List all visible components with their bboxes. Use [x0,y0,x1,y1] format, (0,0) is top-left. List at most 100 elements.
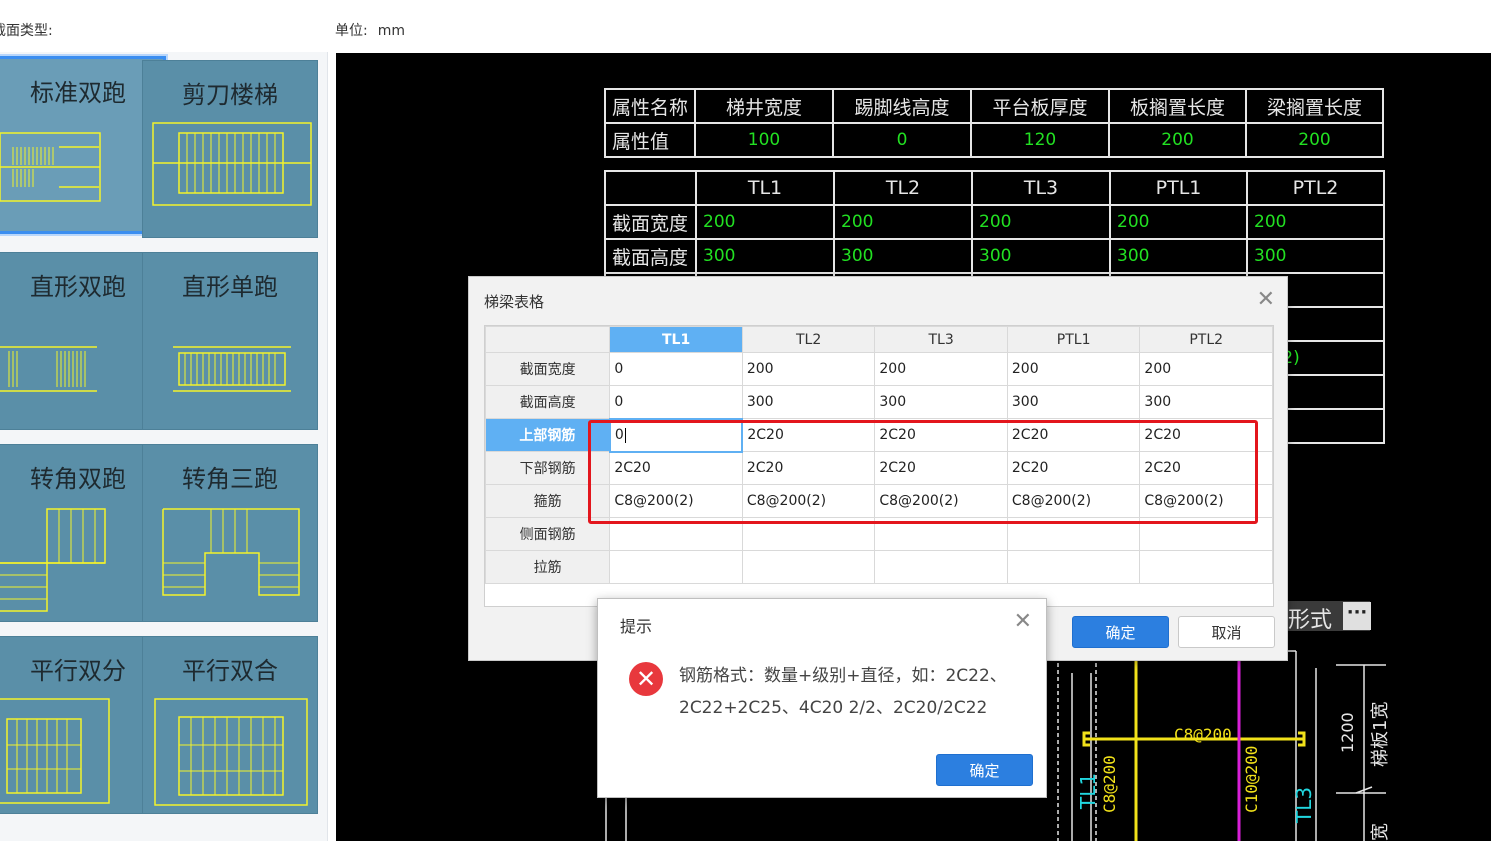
grid-corner [485,326,611,353]
beam-grid: TL1 TL2 TL3 PTL1 PTL2 截面宽度 0 200 200 200 [485,326,1273,584]
slab-width-label-2: 宽 [1370,823,1391,841]
grid-cell[interactable]: 2C20 [874,451,1008,485]
grid-cell[interactable]: 2C20 [1139,418,1273,452]
grid-row-section-width: 截面宽度 0 200 200 200 200 [485,352,1273,386]
grid-row-stirrup: 箍筋 C8@200(2) C8@200(2) C8@200(2) C8@200(… [485,484,1273,518]
row-header[interactable]: 下部钢筋 [485,451,611,485]
grid-cell[interactable]: 300 [1006,385,1141,419]
grid-cell[interactable] [741,517,876,551]
stair-type-label: 转角三跑 [182,465,278,493]
grid-cell[interactable]: 2C20 [1006,451,1141,485]
app-root: 截面类型: 单位: mm 标准双跑 剪刀楼梯 [0,0,1491,841]
stair-standard-double-icon [0,132,101,202]
close-icon[interactable]: ✕ [1257,287,1275,312]
grid-cell[interactable] [1006,550,1141,584]
stair-parallel-merge-icon [154,698,308,806]
tl1-label: TL1 [1076,772,1100,809]
stair-type-parallel-merge[interactable]: 平行双合 [142,636,318,814]
grid-cell[interactable] [1139,517,1273,551]
stair-type-label: 标准双跑 [30,79,126,107]
grid-cell[interactable]: 200 [1139,352,1273,386]
section-type-label: 截面类型: [0,23,53,39]
close-icon[interactable]: ✕ [1014,609,1032,634]
grid-cell[interactable]: C8@200(2) [1139,484,1273,518]
grid-cell[interactable] [741,550,876,584]
column-header-ptl1[interactable]: PTL1 [1006,326,1141,353]
dialog-title: 梯梁表格 [484,293,545,311]
stair-type-label: 平行双分 [30,657,126,685]
stair-type-scissor[interactable]: 剪刀楼梯 [142,60,318,238]
row-header[interactable]: 侧面钢筋 [485,517,611,551]
grid-row-tie-bar: 拉筋 [485,550,1273,584]
cell-input-value[interactable]: 0 [615,427,624,443]
column-header-tl3[interactable]: TL3 [874,326,1008,353]
grid-cell[interactable]: C8@200(2) [874,484,1008,518]
row-header[interactable]: 拉筋 [485,550,611,584]
stair-type-panel: 标准双跑 剪刀楼梯 直形双跑 直形单跑 转角双跑 转角三跑 平行双分 平行双合 [0,52,328,841]
grid-cell[interactable] [609,517,743,551]
row-header-active[interactable]: 上部钢筋 [485,418,611,452]
beam-dialog-ok-button[interactable]: 确定 [1072,616,1169,648]
grid-row-side-rebar: 侧面钢筋 [485,517,1273,551]
stair-straight-double-icon [0,346,97,392]
grid-cell[interactable]: C8@200(2) [741,484,876,518]
stair-type-corner-triple[interactable]: 转角三跑 [142,444,318,622]
stair-scissor-icon [152,122,312,206]
tip-message-line2: 2C22+2C25、4C20 2/2、2C20/2C22 [679,698,988,718]
stair-type-label: 直形双跑 [30,273,126,301]
grid-cell[interactable]: 300 [1139,385,1273,419]
unit-label-group: 单位: mm [335,20,405,40]
tip-ok-button[interactable]: 确定 [936,754,1033,786]
grid-cell[interactable]: 2C20 [874,418,1008,452]
unit-value: mm [377,23,405,39]
grid-cell[interactable] [874,517,1008,551]
grid-cell[interactable] [1139,550,1273,584]
grid-cell[interactable] [1006,517,1141,551]
grid-cell[interactable] [874,550,1008,584]
grid-cell[interactable]: 300 [741,385,876,419]
stair-type-label: 直形单跑 [182,273,278,301]
stair-type-label: 剪刀楼梯 [182,81,278,109]
error-icon: ✕ [629,662,663,696]
stair-parallel-split-icon [0,698,110,804]
grid-cell[interactable]: 200 [741,352,876,386]
grid-cell[interactable]: 2C20 [741,451,876,485]
tip-dialog: 提示 ✕ ✕ 钢筋格式：数量+级别+直径，如：2C22、 2C22+2C25、4… [597,598,1047,798]
stair-corner-double-icon [0,508,106,612]
stair-type-straight-single[interactable]: 直形单跑 [142,252,318,430]
grid-cell[interactable]: 200 [874,352,1008,386]
stair-corner-triple-icon [162,508,300,596]
grid-cell[interactable]: C8@200(2) [1006,484,1141,518]
tip-message-line1: 钢筋格式：数量+级别+直径，如：2C22、 [679,666,1007,686]
grid-cell[interactable]: 200 [1006,352,1141,386]
right-rebar-label: C10@200 [1242,745,1261,813]
top-rebar-label: C8@200 [1174,725,1232,744]
grid-cell[interactable]: 2C20 [1006,418,1141,452]
column-header-tl2[interactable]: TL2 [741,326,876,353]
column-header-ptl2[interactable]: PTL2 [1139,326,1273,353]
row-header[interactable]: 截面高度 [485,385,611,419]
grid-row-top-rebar: 上部钢筋 0 2C20 2C20 2C20 2C20 [485,417,1273,453]
dimension-1200-label: 1200 [1338,712,1357,753]
grid-cell[interactable]: 0 [609,352,743,386]
row-header[interactable]: 截面宽度 [485,352,611,386]
grid-cell[interactable] [609,550,743,584]
slab-width-label: 梯板1宽 [1370,701,1391,767]
grid-row-bottom-rebar: 下部钢筋 2C20 2C20 2C20 2C20 2C20 [485,451,1273,485]
grid-cell[interactable]: 2C20 [1139,451,1273,485]
grid-cell[interactable]: 300 [874,385,1008,419]
stair-straight-single-icon [173,346,291,392]
grid-cell-editing[interactable]: 0 [608,417,744,453]
row-header[interactable]: 箍筋 [485,484,611,518]
column-header-tl1[interactable]: TL1 [609,326,743,353]
text-cursor [624,427,626,443]
grid-cell[interactable]: 2C20 [741,418,876,452]
left-rebar-label: C8@200 [1100,755,1119,813]
grid-cell[interactable]: 0 [609,385,743,419]
stair-type-label: 转角双跑 [30,465,126,493]
grid-cell[interactable]: 2C20 [609,451,743,485]
grid-cell[interactable]: C8@200(2) [609,484,743,518]
tip-dialog-title: 提示 [620,617,653,636]
beam-dialog-cancel-button[interactable]: 取消 [1178,616,1275,648]
beam-grid-container: TL1 TL2 TL3 PTL1 PTL2 截面宽度 0 200 200 200 [484,325,1274,607]
